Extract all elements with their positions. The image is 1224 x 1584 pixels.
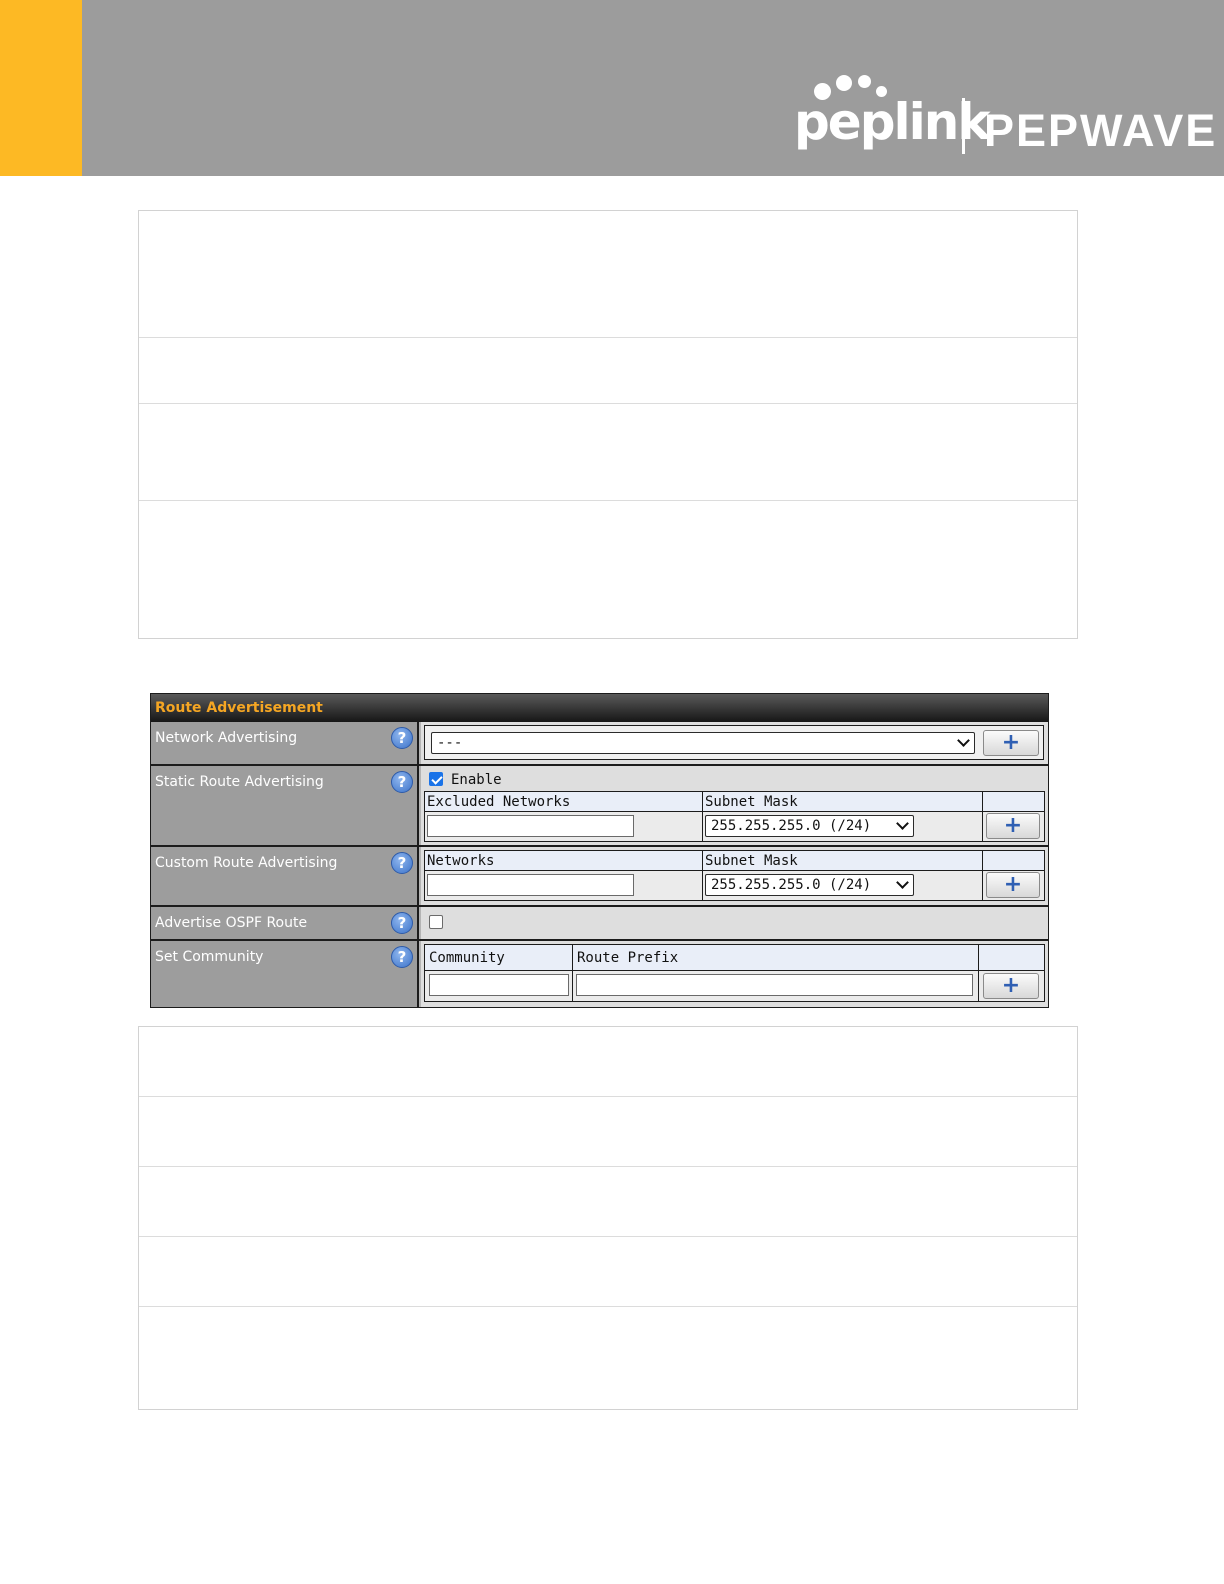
- subnet-mask-select[interactable]: 255.255.255.0 (/24): [705, 815, 914, 837]
- logo-wordmark-peplink: peplink: [794, 93, 991, 151]
- add-cell: +: [979, 971, 1044, 1001]
- advertise-ospf-route-label: Advertise OSPF Route: [155, 915, 308, 931]
- row-label-cell: Network Advertising ?: [151, 722, 419, 764]
- add-cell: +: [983, 871, 1044, 900]
- community-table: Community Route Prefix +: [424, 944, 1045, 1002]
- row-value-cell: [421, 907, 1048, 939]
- row-value-cell: Community Route Prefix +: [421, 941, 1048, 1007]
- table-row: [139, 1097, 1077, 1167]
- document-table-top: [138, 210, 1078, 639]
- add-custom-network-button[interactable]: +: [986, 872, 1040, 898]
- column-header-subnet-mask: Subnet Mask: [703, 792, 983, 812]
- excluded-network-input[interactable]: [427, 815, 634, 837]
- add-community-button[interactable]: +: [983, 973, 1039, 999]
- subnet-mask-cell: 255.255.255.0 (/24): [703, 812, 983, 841]
- network-input[interactable]: [427, 874, 634, 896]
- banner-accent-bar: [0, 0, 82, 176]
- panel-title: Route Advertisement: [151, 694, 1048, 722]
- route-prefix-cell: [573, 971, 979, 1001]
- community-input[interactable]: [429, 974, 569, 996]
- subnet-mask-select[interactable]: 255.255.255.0 (/24): [705, 874, 914, 896]
- network-advertising-select[interactable]: ---: [431, 732, 975, 754]
- table-row: [139, 1307, 1077, 1409]
- table-row: [139, 404, 1077, 501]
- page-header-banner: peplink PEPWAVE: [0, 0, 1224, 176]
- column-header-empty: [983, 851, 1044, 871]
- table-row: [139, 211, 1077, 338]
- help-icon[interactable]: ?: [391, 727, 413, 749]
- static-route-advertising-label: Static Route Advertising: [155, 774, 324, 790]
- add-network-advertising-button[interactable]: +: [983, 730, 1039, 756]
- row-set-community: Set Community ? Community Route Prefix +: [151, 941, 1048, 1007]
- help-icon[interactable]: ?: [391, 946, 413, 968]
- table-row: [139, 1027, 1077, 1097]
- column-header-empty: [979, 945, 1044, 971]
- logo-divider: [962, 98, 965, 154]
- row-label-cell: Static Route Advertising ?: [151, 766, 419, 845]
- static-route-enable-checkbox[interactable]: [429, 772, 443, 786]
- peplink-pepwave-logo: peplink PEPWAVE: [794, 70, 1215, 160]
- row-static-route-advertising: Static Route Advertising ? Enable Exclud…: [151, 766, 1048, 845]
- excluded-network-cell: [425, 812, 703, 841]
- row-network-advertising: Network Advertising ? --- +: [151, 722, 1048, 764]
- column-header-excluded-networks: Excluded Networks: [425, 792, 703, 812]
- logo-wordmark-pepwave: PEPWAVE: [984, 105, 1218, 156]
- row-label-cell: Advertise OSPF Route ?: [151, 907, 419, 939]
- column-header-community: Community: [425, 945, 573, 971]
- community-cell: [425, 971, 573, 1001]
- help-icon[interactable]: ?: [391, 771, 413, 793]
- advertise-ospf-route-checkbox[interactable]: [429, 915, 443, 929]
- table-row: [139, 1237, 1077, 1307]
- logo-dot: [858, 75, 871, 88]
- help-icon[interactable]: ?: [391, 912, 413, 934]
- set-community-label: Set Community: [155, 949, 264, 965]
- chevron-down-icon: [957, 734, 970, 747]
- table-row: [139, 501, 1077, 638]
- selected-value: ---: [437, 735, 463, 751]
- network-advertising-box: --- +: [424, 725, 1044, 760]
- chevron-down-icon: [896, 817, 909, 830]
- subnet-mask-cell: 255.255.255.0 (/24): [703, 871, 983, 900]
- excluded-networks-table: Excluded Networks Subnet Mask 255.255.25…: [424, 791, 1045, 842]
- add-excluded-network-button[interactable]: +: [986, 813, 1040, 839]
- row-value-cell: Networks Subnet Mask 255.255.255.0 (/24)…: [421, 847, 1048, 905]
- row-label-cell: Set Community ?: [151, 941, 419, 1007]
- selected-value: 255.255.255.0 (/24): [711, 877, 872, 893]
- route-advertisement-panel: Route Advertisement Network Advertising …: [150, 693, 1049, 1008]
- enable-label: Enable: [451, 772, 502, 788]
- add-cell: +: [983, 812, 1044, 841]
- row-advertise-ospf-route: Advertise OSPF Route ?: [151, 907, 1048, 939]
- column-header-networks: Networks: [425, 851, 703, 871]
- network-cell: [425, 871, 703, 900]
- row-custom-route-advertising: Custom Route Advertising ? Networks Subn…: [151, 847, 1048, 905]
- chevron-down-icon: [896, 876, 909, 889]
- row-value-cell: --- +: [421, 722, 1048, 764]
- help-icon[interactable]: ?: [391, 852, 413, 874]
- logo-dot: [836, 75, 852, 91]
- column-header-empty: [983, 792, 1044, 812]
- column-header-subnet-mask: Subnet Mask: [703, 851, 983, 871]
- custom-route-advertising-label: Custom Route Advertising: [155, 855, 338, 871]
- column-header-route-prefix: Route Prefix: [573, 945, 979, 971]
- table-row: [139, 338, 1077, 404]
- network-advertising-label: Network Advertising: [155, 730, 298, 746]
- row-label-cell: Custom Route Advertising ?: [151, 847, 419, 905]
- selected-value: 255.255.255.0 (/24): [711, 818, 872, 834]
- document-table-bottom: [138, 1026, 1078, 1410]
- row-value-cell: Enable Excluded Networks Subnet Mask 255…: [421, 766, 1048, 845]
- route-prefix-input[interactable]: [576, 974, 973, 996]
- table-row: [139, 1167, 1077, 1237]
- custom-networks-table: Networks Subnet Mask 255.255.255.0 (/24)…: [424, 850, 1045, 901]
